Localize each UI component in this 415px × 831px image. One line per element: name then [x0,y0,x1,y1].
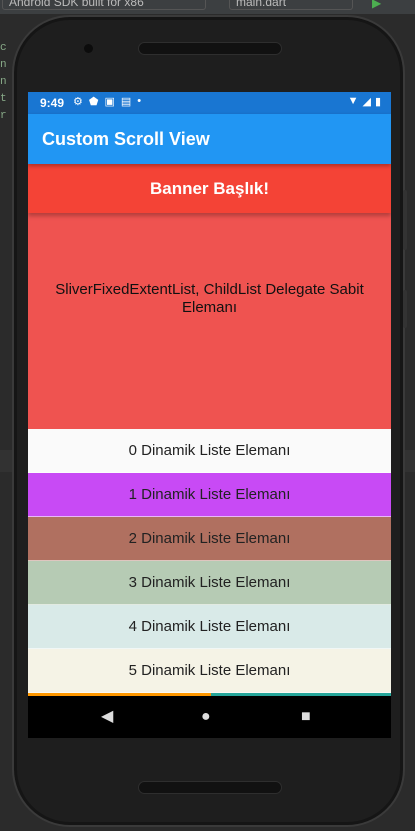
status-time: 9:49 [40,96,65,110]
file-selector[interactable]: main.dart [229,0,353,10]
run-icon[interactable]: ▶ [372,0,381,10]
device-screen: 9:49 ⚙ ⬟ ▣ ▤ • ▼ ◢ ▮ Custom Scroll View … [28,92,391,738]
image-icon: ▤ [120,96,132,108]
list-item-label: 2 Dinamik Liste Elemanı [128,530,291,547]
bottom-speaker [138,781,282,794]
wifi-icon: ▼ [347,95,359,107]
list-item[interactable]: 1 Dinamik Liste Elemanı [28,473,391,517]
power-button[interactable] [403,290,407,328]
system-icons: ▼ ◢ ▮ [348,95,381,108]
page-title: Custom Scroll View [42,129,210,149]
list-item-label: 5 Dinamik Liste Elemanı [128,662,291,679]
dot-icon: • [137,95,142,107]
list-item-label: 1 Dinamik Liste Elemanı [128,486,291,503]
a-icon: ▣ [104,96,115,108]
list-item[interactable]: 5 Dinamik Liste Elemanı [28,649,391,693]
volume-button[interactable] [403,190,407,250]
device-selector[interactable]: Android SDK built for x86 [2,0,206,10]
front-camera [84,44,93,53]
shield-icon: ⬟ [88,96,99,108]
navigation-bar: ◀ ● ■ [28,696,391,738]
status-bar: 9:49 ⚙ ⬟ ▣ ▤ • ▼ ◢ ▮ [28,92,391,114]
fixed-item-label: SliverFixedExtentList, ChildList Delegat… [55,280,364,316]
list-item[interactable]: 3 Dinamik Liste Elemanı [28,561,391,605]
fixed-extent-item[interactable]: SliverFixedExtentList, ChildList Delegat… [28,213,391,429]
app-bar: Custom Scroll View [28,114,391,164]
code-glyph: c [0,42,7,54]
list-item[interactable]: 2 Dinamik Liste Elemanı [28,517,391,561]
recents-icon[interactable]: ■ [301,708,311,726]
list-item-label: 3 Dinamik Liste Elemanı [128,574,291,591]
battery-icon: ▮ [374,96,381,108]
back-icon[interactable]: ◀ [101,708,113,726]
list-item-label: 0 Dinamik Liste Elemanı [128,442,291,459]
notification-icons: ⚙ ⬟ ▣ ▤ • [73,95,141,108]
list-item-label: 4 Dinamik Liste Elemanı [128,618,291,635]
home-icon[interactable]: ● [201,708,211,726]
ide-toolbar: Android SDK built for x86 main.dart ▶ [0,0,415,14]
list-item[interactable]: 4 Dinamik Liste Elemanı [28,605,391,649]
top-speaker [138,42,282,55]
list-item[interactable]: 0 Dinamik Liste Elemanı [28,429,391,473]
banner-header: Banner Başlık! [28,164,391,213]
banner-title: Banner Başlık! [149,179,270,198]
gear-icon: ⚙ [73,96,83,108]
signal-icon: ◢ [362,96,371,108]
